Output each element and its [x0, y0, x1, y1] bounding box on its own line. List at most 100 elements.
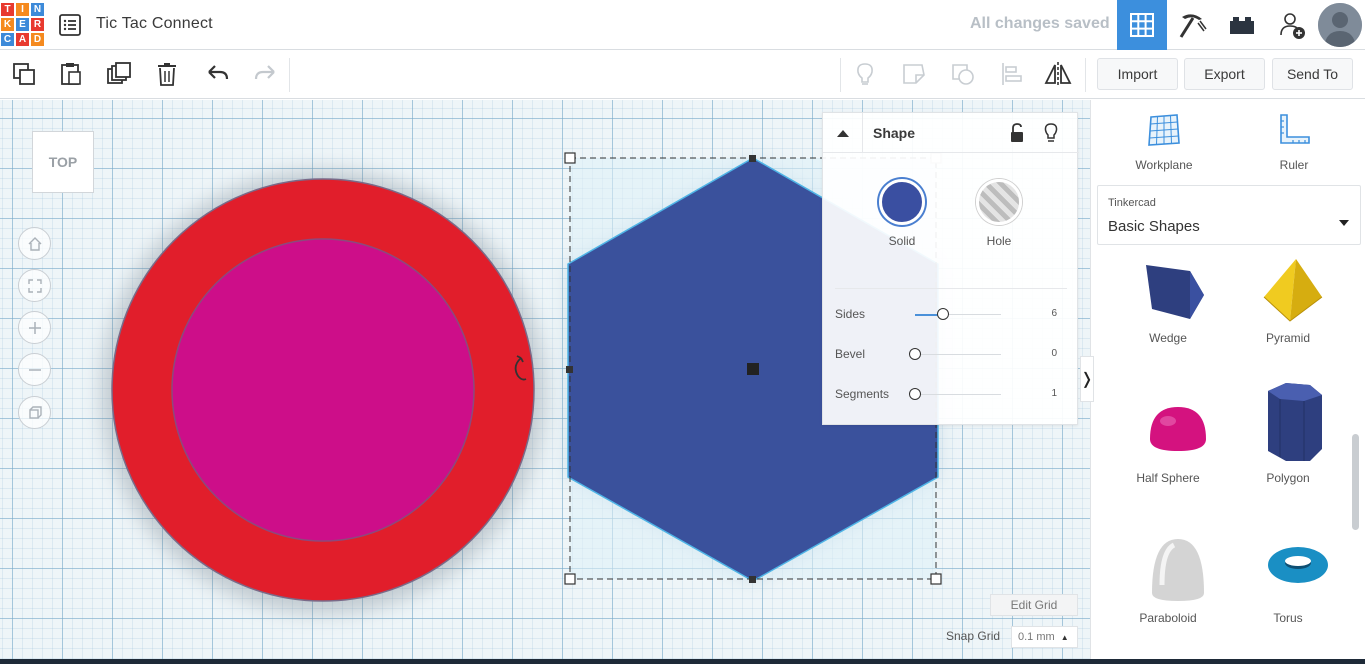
- shape-tile-wedge[interactable]: Wedge: [1108, 257, 1228, 397]
- inspector-divider: [835, 288, 1067, 289]
- hole-label[interactable]: Hole: [969, 234, 1029, 248]
- caret-up-icon: ▲: [1060, 632, 1069, 642]
- toolbar-divider: [840, 58, 841, 92]
- logo-letter: I: [15, 2, 30, 17]
- resize-handle-bottom-left[interactable]: [564, 573, 576, 585]
- resize-handle-top[interactable]: [749, 155, 756, 162]
- ring-inner[interactable]: [171, 238, 475, 542]
- library-provider: Tinkercad: [1108, 197, 1156, 209]
- grid-3d-view-icon[interactable]: [1117, 0, 1167, 50]
- group-icon[interactable]: [947, 58, 979, 90]
- lightbulb-icon[interactable]: [1043, 122, 1059, 149]
- inspector-header: Shape: [823, 113, 1079, 153]
- align-icon[interactable]: [996, 58, 1028, 90]
- add-user-icon[interactable]: [1267, 0, 1317, 50]
- solid-label[interactable]: Solid: [872, 234, 932, 248]
- shapes-scrollbar[interactable]: [1352, 434, 1359, 530]
- ruler-icon: [1254, 110, 1334, 150]
- property-slider-track[interactable]: [915, 394, 1001, 395]
- home-icon[interactable]: [18, 227, 51, 260]
- half-sphere-icon: [1150, 407, 1206, 451]
- ruler-label: Ruler: [1279, 158, 1309, 172]
- toolbar-divider: [1085, 58, 1086, 92]
- shape-tile-polygon[interactable]: Polygon: [1228, 377, 1348, 517]
- edit-grid-button[interactable]: Edit Grid: [990, 594, 1078, 616]
- delete-icon[interactable]: [151, 58, 183, 90]
- shape-label: Half Sphere: [1136, 471, 1200, 485]
- logo-letter: A: [15, 32, 30, 47]
- resize-handle-top-left[interactable]: [564, 152, 576, 164]
- resize-handle-left[interactable]: [566, 366, 573, 373]
- undo-icon[interactable]: [202, 58, 234, 90]
- inspector-title: Shape: [873, 125, 916, 141]
- logo-letter: D: [30, 32, 45, 47]
- property-slider-knob[interactable]: [909, 388, 921, 400]
- unlock-icon[interactable]: [1009, 123, 1025, 148]
- mirror-icon[interactable]: [1042, 58, 1074, 90]
- import-button[interactable]: Import: [1097, 58, 1178, 90]
- send-to-button[interactable]: Send To: [1272, 58, 1353, 90]
- redo-icon[interactable]: [249, 58, 281, 90]
- resize-handle-bottom-right[interactable]: [930, 573, 942, 585]
- paste-icon[interactable]: [55, 58, 87, 90]
- workplane-tool[interactable]: Workplane: [1124, 110, 1204, 172]
- property-slider-knob[interactable]: [937, 308, 950, 320]
- wedge-icon: [1146, 265, 1204, 319]
- fit-view-icon[interactable]: [18, 269, 51, 302]
- library-name: Basic Shapes: [1108, 218, 1200, 235]
- polygon-icon: [1268, 383, 1322, 461]
- shape-label: Torus: [1273, 611, 1303, 625]
- logo-letter: R: [30, 17, 45, 32]
- logo-letter: E: [15, 17, 30, 32]
- lightbulb-icon[interactable]: [849, 58, 881, 90]
- workplane-icon: [1124, 110, 1204, 150]
- solid-color-swatch[interactable]: [879, 179, 925, 225]
- property-label: Bevel: [835, 347, 866, 361]
- property-label: Segments: [835, 387, 890, 401]
- workplane[interactable]: TOP Shape Solid Hole Sides 6 Bevel 0 Seg…: [0, 100, 1090, 664]
- pickaxe-icon[interactable]: [1167, 0, 1217, 50]
- pyramid-icon: [1263, 259, 1323, 322]
- edit-toolbar: Import Export Send To: [0, 50, 1365, 99]
- collapse-caret-icon[interactable]: [823, 113, 863, 153]
- perspective-icon[interactable]: [18, 396, 51, 429]
- shape-tile-half-sphere[interactable]: Half Sphere: [1108, 397, 1228, 537]
- export-button[interactable]: Export: [1184, 58, 1265, 90]
- zoom-in-icon[interactable]: [18, 311, 51, 344]
- paraboloid-icon: [1152, 539, 1204, 601]
- zoom-out-icon[interactable]: [18, 353, 51, 386]
- shape-library-select[interactable]: Tinkercad Basic Shapes: [1097, 185, 1361, 245]
- design-title[interactable]: Tic Tac Connect: [96, 15, 213, 33]
- hole-swatch[interactable]: [976, 179, 1022, 225]
- panel-toggle-icon[interactable]: ❭: [1080, 356, 1094, 402]
- toolbar-divider: [289, 58, 290, 92]
- avatar[interactable]: [1318, 3, 1362, 47]
- bricks-icon[interactable]: [1217, 0, 1267, 50]
- view-cube[interactable]: TOP: [32, 131, 94, 193]
- property-value[interactable]: 0: [1023, 348, 1057, 359]
- property-value[interactable]: 6: [1023, 308, 1057, 319]
- shape-label: Polygon: [1266, 471, 1310, 485]
- property-slider-track[interactable]: [915, 354, 1001, 355]
- save-status: All changes saved: [970, 15, 1110, 32]
- note-icon[interactable]: [898, 58, 930, 90]
- resize-handle-bottom[interactable]: [749, 576, 756, 583]
- shape-inspector: Shape Solid Hole Sides 6 Bevel 0 Segments 1: [822, 112, 1079, 425]
- caret-down-icon: [1338, 214, 1350, 232]
- torus-icon: [1268, 547, 1328, 583]
- shape-tile-torus[interactable]: Torus: [1228, 537, 1348, 664]
- top-header: TINKERCAD Tic Tac Connect All changes sa…: [0, 0, 1365, 50]
- shape-tile-paraboloid[interactable]: Paraboloid: [1108, 537, 1228, 664]
- property-value[interactable]: 1: [1023, 388, 1057, 399]
- menu-list-icon[interactable]: [57, 12, 83, 38]
- copy-icon[interactable]: [8, 58, 40, 90]
- tinkercad-logo[interactable]: TINKERCAD: [0, 2, 45, 47]
- center-handle[interactable]: [747, 363, 759, 375]
- duplicate-icon[interactable]: [103, 58, 135, 90]
- shape-tile-pyramid[interactable]: Pyramid: [1228, 257, 1348, 397]
- snap-grid-select[interactable]: 0.1 mm ▲: [1011, 626, 1078, 648]
- logo-letter: T: [0, 2, 15, 17]
- ruler-tool[interactable]: Ruler: [1254, 110, 1334, 172]
- property-slider-knob[interactable]: [909, 348, 921, 360]
- workplane-label: Workplane: [1135, 158, 1193, 172]
